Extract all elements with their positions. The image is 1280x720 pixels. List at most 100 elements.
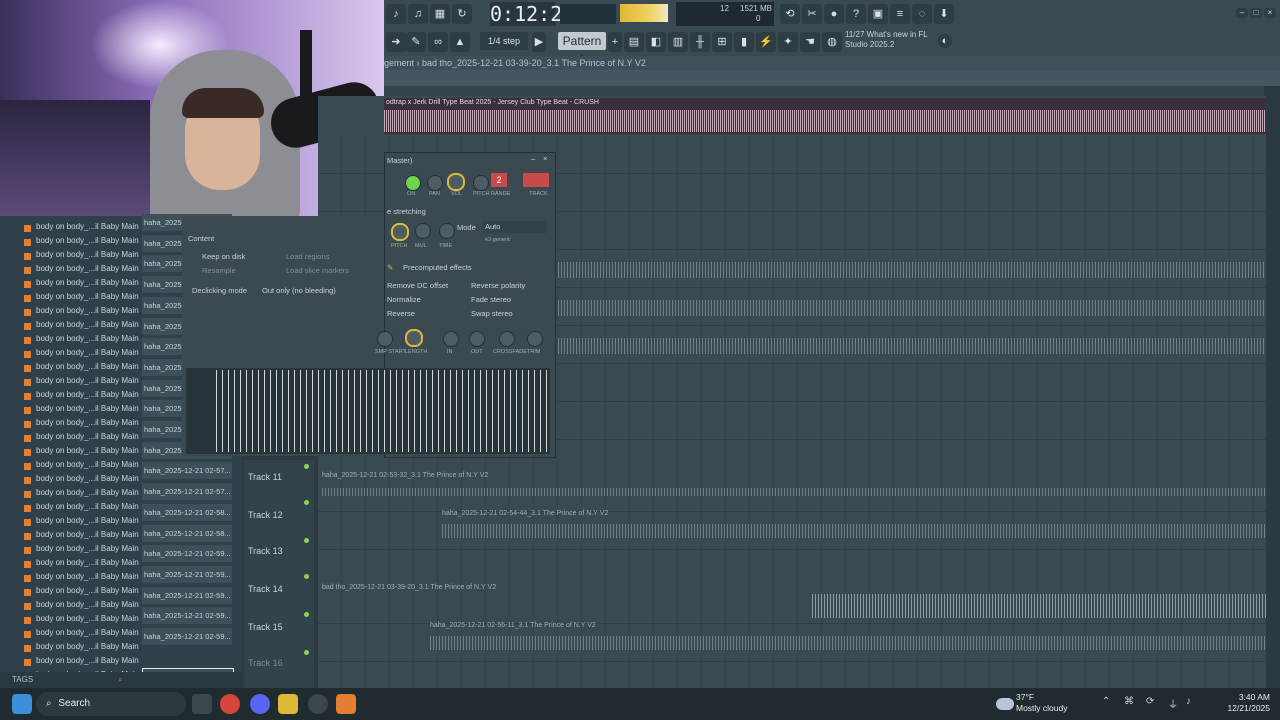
browser-item[interactable]: body on body_...il Baby Main [36,278,139,287]
browser-item[interactable]: body on body_...il Baby Main [36,292,139,301]
taskbar-clock[interactable]: 3:40 AM 12/21/2025 [1206,692,1270,718]
browser-item[interactable]: body on body_...il Baby Main [36,376,139,385]
browser-item[interactable]: body on body_...il Baby Main [36,572,139,581]
pan-knob[interactable] [427,175,443,191]
audio-clip-crush[interactable]: odtrap x Jerk Drill Type Beat 2025 - Jer… [384,98,1266,134]
snap-step-select[interactable]: 1/4 step [480,32,528,50]
track-name[interactable]: Track 16 [248,658,283,668]
mixer-view-icon[interactable]: ╫ [690,32,710,52]
normalize-option[interactable]: Normalize [387,295,421,304]
chrome-icon[interactable] [220,694,240,714]
track-enable-led[interactable] [304,500,309,505]
plugin-icon[interactable]: ⊞ [712,32,732,52]
crossfade-knob[interactable] [499,331,515,347]
channel-rack-icon[interactable]: ▥ [668,32,688,52]
pitch-knob[interactable] [473,175,489,191]
recent-file-item[interactable]: haha_2025-12-21 02-57... [142,483,232,501]
tags-label[interactable]: TAGS [12,675,33,684]
browser-item[interactable]: body on body_...il Baby Main [36,320,139,329]
smp-start-knob[interactable] [377,331,393,347]
browser-item[interactable]: body on body_...il Baby Main [36,544,139,553]
weather-widget[interactable]: 37°F Mostly cloudy [1016,692,1086,718]
link-icon[interactable]: ∞ [428,32,448,52]
recent-file-item[interactable]: haha_2025-12-21 02-59... [142,628,232,645]
wait-icon[interactable]: ▦ [430,4,450,24]
recent-file-item[interactable]: haha_2025-12-21 02-59... [142,545,232,563]
mixer-track-select[interactable] [523,173,549,187]
browser-item[interactable]: body on body_...il Baby Main [36,488,139,497]
task-view-icon[interactable] [192,694,212,714]
obs-icon[interactable] [308,694,328,714]
browser-item[interactable]: body on body_...il Baby Main [36,222,139,231]
track-name[interactable]: Track 12 [248,510,283,520]
reverse-polarity-option[interactable]: Reverse polarity [471,281,525,290]
clip-title[interactable]: haha_2025-12-21 02-54-44_3.1 The Prince … [442,510,608,517]
reverse-option[interactable]: Reverse [387,309,415,318]
plug-icon[interactable]: ⚡ [756,32,776,52]
track-name[interactable]: Track 11 [248,472,282,482]
mode-select[interactable]: Auto [483,221,547,233]
playlist-icon[interactable]: ▤ [624,32,644,52]
windows-start-icon[interactable] [12,694,32,714]
clip-title[interactable]: bad tho_2025-12-21 03-39-20_3.1 The Prin… [322,584,496,591]
track-enable-led[interactable] [304,574,309,579]
browser-item[interactable]: body on body_...il Baby Main [36,334,139,343]
recent-file-item[interactable]: haha_2025-12-21 02-59... [142,586,232,604]
out-knob[interactable] [469,331,485,347]
load-slice-markers-option[interactable]: Load slice markers [286,266,349,275]
save-icon[interactable]: ▣ [868,4,888,24]
add-pattern-icon[interactable]: + [608,32,622,52]
volume-knob[interactable] [447,173,465,191]
recent-file-item[interactable]: haha_2025-12-21 02-58... [142,524,232,542]
track-name[interactable]: Track 14 [248,584,283,594]
arrow-right-icon[interactable]: ➜ [386,32,406,52]
swap-stereo-option[interactable]: Swap stereo [471,309,513,318]
declicking-select[interactable]: Out only (no bleeding) [262,286,336,295]
search-icon[interactable]: ⌕ [118,672,122,688]
browser-item[interactable]: body on body_...il Baby Main [36,474,139,483]
length-knob[interactable] [405,329,423,347]
playlist-scrollbar[interactable] [384,70,1280,86]
cut-icon[interactable]: ✂ [802,4,822,24]
browser-item[interactable]: body on body_...il Baby Main [36,516,139,525]
browser-item[interactable]: body on body_...il Baby Main [36,306,139,315]
recent-file-item[interactable]: haha_2025-12-21 02-58... [142,503,232,521]
browser-item[interactable]: body on body_...il Baby Main [36,600,139,609]
volume-icon[interactable]: ♪ [1186,696,1191,707]
microphone-icon[interactable]: ⏚ [1168,696,1178,711]
browser-item[interactable]: body on body_...il Baby Main [36,502,139,511]
recent-file-item[interactable]: haha_2025-12-21 02-59... [142,607,232,625]
stretch-mul-knob[interactable] [415,223,431,239]
browser-item[interactable]: body on body_...il Baby Main [36,404,139,413]
chat-icon[interactable]: ◌ [912,4,932,24]
track-name[interactable]: Track 13 [248,546,283,556]
browser-item[interactable]: body on body_...il Baby Main [36,250,139,259]
trim-knob[interactable] [527,331,543,347]
record-mic-icon[interactable]: ● [824,4,844,24]
sample-waveform-preview[interactable] [186,368,550,454]
clip-title[interactable]: haha_2025-12-21 02-56-11_3.1 The Prince … [430,622,596,629]
track-name[interactable]: Track 15 [248,622,283,632]
close-icon[interactable]: × [1264,8,1276,18]
recent-file-item[interactable]: haha_2025-12-21 02-57... [142,462,232,480]
stretch-time-knob[interactable] [439,223,455,239]
browser-item[interactable]: body on body_...il Baby Main [36,642,139,651]
browser-item[interactable]: body on body_...il Baby Main [36,530,139,539]
tray-chevron-icon[interactable]: ⌃ [1102,696,1110,707]
browser-item[interactable]: body on body_...il Baby Main [36,446,139,455]
browser-item[interactable]: body on body_...il Baby Main [36,558,139,567]
network-icon[interactable]: ⌘ [1124,696,1134,707]
play-icon[interactable]: ▶ [532,32,546,52]
resample-option[interactable]: Resample [202,266,236,275]
browser-item[interactable]: body on body_...il Baby Main [36,418,139,427]
track-enable-led[interactable] [304,650,309,655]
piano-roll-icon[interactable]: ◧ [646,32,666,52]
track-enable-led[interactable] [304,538,309,543]
taskbar-search[interactable]: ⌕ Search [36,692,186,716]
fl-studio-icon[interactable] [336,694,356,714]
discord-icon[interactable] [250,694,270,714]
in-knob[interactable] [443,331,459,347]
stamp-icon[interactable]: ▲ [450,32,470,52]
minimize-icon[interactable]: – [1236,8,1248,18]
browser-item[interactable]: body on body_...il Baby Main [36,432,139,441]
